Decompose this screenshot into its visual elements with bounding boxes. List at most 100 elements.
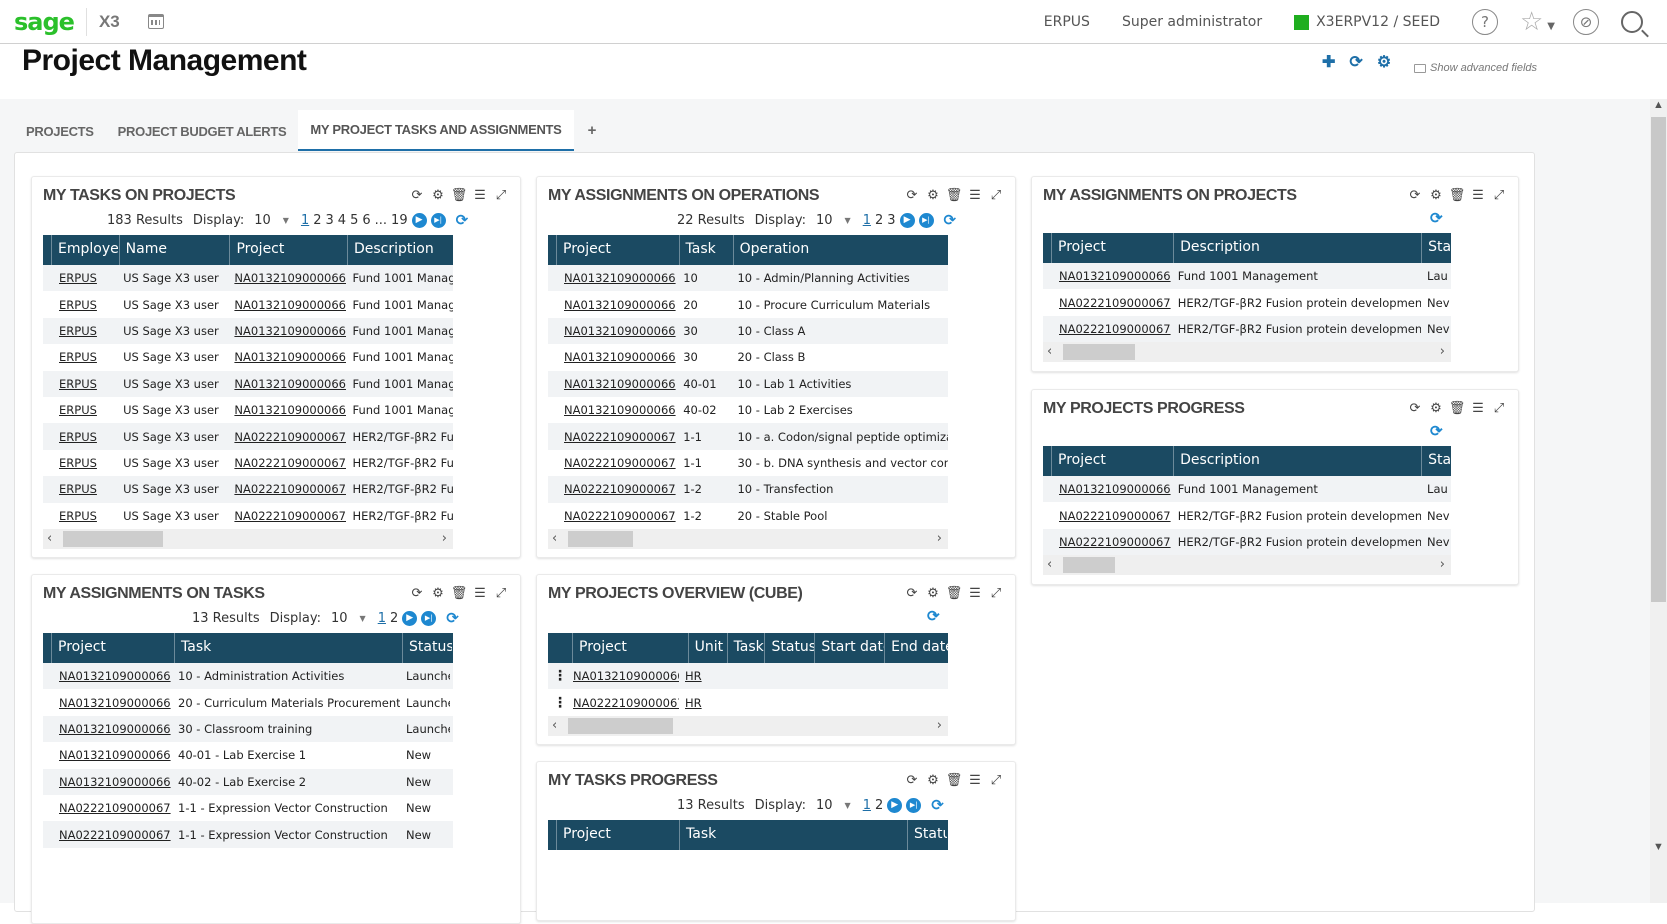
chevron-left-icon[interactable]: ‹ <box>1047 557 1052 572</box>
table-row[interactable]: NA0132109000066 30 20 - Class B <box>548 344 948 370</box>
chevron-left-icon[interactable]: ‹ <box>552 718 557 733</box>
cell-link[interactable]: NA0132109000066 <box>228 350 346 364</box>
chevron-down-icon[interactable]: ▼ <box>845 216 851 225</box>
column-header[interactable]: Unit <box>687 633 727 663</box>
last-page-icon[interactable]: ▶| <box>430 212 446 228</box>
refresh-icon[interactable]: ⟳ <box>905 585 919 600</box>
chevron-right-icon[interactable]: › <box>937 531 942 546</box>
chevron-down-icon[interactable]: ▼ <box>283 216 289 225</box>
next-page-icon[interactable]: ▶ <box>402 610 418 626</box>
table-row[interactable]: NA0222109000067 HER2/TGF-βR2 Fusion prote… <box>1043 315 1451 343</box>
cell-link[interactable]: ERPUS <box>53 482 117 496</box>
cell-link[interactable]: NA0132109000066 <box>53 696 172 710</box>
column-header[interactable]: Description <box>346 235 453 265</box>
chevron-right-icon[interactable]: › <box>1440 557 1445 572</box>
refresh-icon[interactable]: ⟳ <box>1430 209 1443 227</box>
gear-icon[interactable]: ⚙ <box>431 585 445 600</box>
chevron-left-icon[interactable]: ‹ <box>552 531 557 546</box>
page-link[interactable]: 1 <box>301 213 309 228</box>
table-row[interactable]: NA0222109000067 HER2/TGF-βR2 Fusion prote… <box>1043 502 1451 528</box>
cell-link[interactable]: NA0222109000067 <box>1053 296 1172 310</box>
refresh-icon[interactable]: ⟳ <box>446 609 459 627</box>
table-row[interactable]: NA0132109000066 30 - Classroom training La… <box>43 715 453 743</box>
page-link[interactable]: 5 <box>350 213 358 228</box>
scroll-down-icon[interactable]: ▼ <box>1653 841 1664 853</box>
page-link[interactable]: 19 <box>391 213 408 228</box>
chevron-down-icon[interactable]: ▼ <box>360 614 366 623</box>
page-link[interactable]: 6 <box>362 213 370 228</box>
tab-my-project-tasks[interactable]: MY PROJECT TASKS AND ASSIGNMENTS <box>298 110 574 151</box>
table-row[interactable]: ERPUS US Sage X3 user NA0132109000066 Fund … <box>43 265 453 292</box>
chevron-left-icon[interactable]: ‹ <box>47 531 52 546</box>
gear-icon[interactable]: ⚙ <box>1429 187 1443 202</box>
column-header[interactable]: Project <box>1051 233 1173 263</box>
cell-link[interactable]: NA0222109000067 <box>53 801 172 815</box>
next-page-icon[interactable]: ▶ <box>899 212 915 228</box>
cell-link[interactable]: NA0132109000066 <box>228 377 346 391</box>
cell-link[interactable]: NA0132109000066 <box>567 669 679 683</box>
page-link[interactable]: 2 <box>875 798 883 813</box>
refresh-icon[interactable]: ⟳ <box>931 796 944 814</box>
cell-link[interactable]: NA0132109000066 <box>53 669 172 683</box>
table-row[interactable]: NA0222109000067 1-1 10 - a. Codon/signal p… <box>548 423 948 450</box>
cell-link[interactable]: NA0222109000067 <box>228 509 346 523</box>
gear-icon[interactable]: ⚙ <box>1429 400 1443 415</box>
gear-icon[interactable]: ⚙ <box>926 585 940 600</box>
gear-icon[interactable]: ⚙ <box>926 772 940 787</box>
table-row[interactable]: ERPUS US Sage X3 user NA0132109000066 Fund … <box>43 397 453 423</box>
column-header[interactable]: Status <box>764 633 814 663</box>
table-row[interactable]: ERPUS US Sage X3 user NA0222109000067 HER2/… <box>43 423 453 450</box>
table-row[interactable]: ERPUS US Sage X3 user NA0222109000067 HER2/… <box>43 450 453 476</box>
horizontal-scrollbar[interactable]: ‹ › <box>548 528 948 549</box>
table-row[interactable]: NA0132109000066 40-01 10 - Lab 1 Activitie… <box>548 370 948 397</box>
column-header[interactable]: End date <box>884 633 948 663</box>
cell-link[interactable]: NA0132109000066 <box>558 271 677 285</box>
list-icon[interactable]: ☰ <box>473 187 487 202</box>
plus-icon[interactable]: ✚ <box>1322 52 1335 72</box>
table-row[interactable]: ERPUS US Sage X3 user NA0132109000066 Fund … <box>43 317 453 345</box>
refresh-icon[interactable]: ⟳ <box>1430 422 1443 440</box>
cell-link[interactable]: NA0132109000066 <box>228 271 346 285</box>
column-header[interactable]: Project <box>556 235 679 265</box>
expand-icon[interactable]: ⤢ <box>989 585 1003 600</box>
page-link[interactable]: 4 <box>338 213 346 228</box>
next-page-icon[interactable]: ▶ <box>411 212 427 228</box>
cell-link[interactable]: ERPUS <box>53 430 117 444</box>
trash-icon[interactable]: 🗑 <box>1449 187 1466 202</box>
page-link[interactable]: 3 <box>326 213 334 228</box>
cell-link[interactable]: NA0222109000067 <box>53 828 172 842</box>
expand-icon[interactable]: ⤢ <box>494 585 508 600</box>
cell-link[interactable]: NA0132109000066 <box>53 748 172 762</box>
column-header[interactable]: Project <box>556 820 679 850</box>
list-icon[interactable]: ☰ <box>968 772 982 787</box>
cell-link[interactable]: NA0222109000067 <box>1053 535 1172 549</box>
expand-icon[interactable]: ⤢ <box>989 772 1003 787</box>
cell-link[interactable]: NA0222109000067 <box>558 456 677 470</box>
cell-link[interactable]: ERPUS <box>53 350 117 364</box>
cell-link[interactable]: NA0132109000066 <box>228 298 346 312</box>
gear-icon[interactable]: ⚙ <box>926 187 940 202</box>
column-header[interactable]: Project <box>51 633 174 663</box>
cell-link[interactable]: NA0132109000066 <box>53 775 172 789</box>
horizontal-scrollbar[interactable]: ‹ › <box>1043 555 1451 576</box>
refresh-icon[interactable]: ⟳ <box>1408 400 1422 415</box>
column-header[interactable]: Project <box>229 235 347 265</box>
next-page-icon[interactable]: ▶ <box>887 797 903 813</box>
gear-icon[interactable]: ⚙ <box>1377 52 1391 72</box>
page-link[interactable]: 1 <box>863 213 871 228</box>
cell-link[interactable]: NA0132109000066 <box>228 403 346 417</box>
scroll-up-icon[interactable]: ▲ <box>1653 99 1664 111</box>
trash-icon[interactable]: 🗑 <box>946 585 963 600</box>
chevron-right-icon[interactable]: › <box>1440 344 1445 359</box>
last-page-icon[interactable]: ▶| <box>918 212 934 228</box>
cell-link[interactable]: ERPUS <box>53 271 117 285</box>
trash-icon[interactable]: 🗑 <box>946 187 963 202</box>
folder-label[interactable]: ERPUS <box>1044 14 1090 30</box>
trash-icon[interactable]: 🗑 <box>1449 400 1466 415</box>
refresh-icon[interactable]: ⟳ <box>410 585 424 600</box>
column-header[interactable]: Status <box>907 820 947 850</box>
table-row[interactable]: NA0222109000067 1-1 30 - b. DNA synthesis … <box>548 450 948 476</box>
last-page-icon[interactable]: ▶| <box>421 610 437 626</box>
column-header[interactable]: Name <box>118 235 230 265</box>
display-select[interactable]: 10 <box>816 798 833 813</box>
